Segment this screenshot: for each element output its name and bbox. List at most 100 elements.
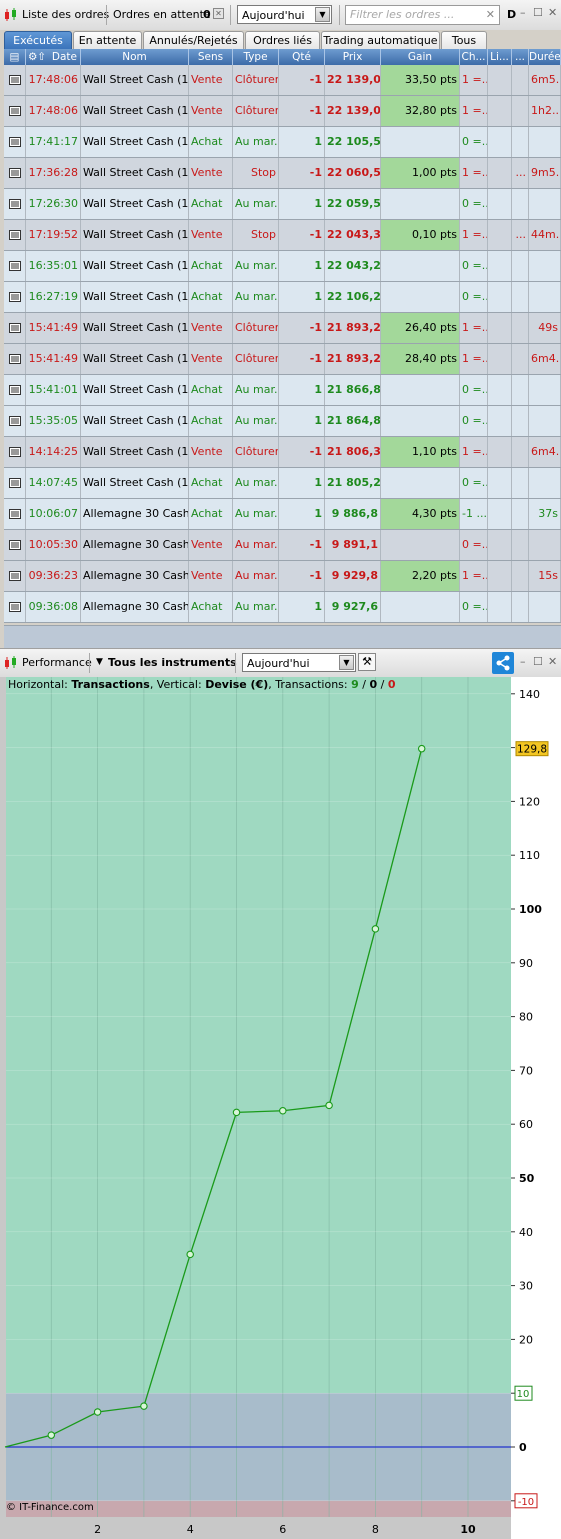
table-row[interactable]: 10:06:07Allemagne 30 Cash ...AchatAu mar… [4, 499, 561, 530]
data-point[interactable] [232, 1108, 241, 1117]
orders-tabs: Exécutés En attente Annulés/Rejetés Ordr… [0, 30, 561, 49]
col-duration[interactable]: Durée [529, 49, 561, 65]
table-row[interactable]: 17:48:06 Wall Street Cash (1€) Vente Clôtur… [4, 96, 561, 127]
table-row[interactable]: 17:41:17 Wall Street Cash (1€) Achat Au mar… [4, 127, 561, 158]
close-icon[interactable]: ✕ [548, 655, 557, 668]
detach-label[interactable]: D [507, 4, 516, 26]
table-row[interactable]: 17:19:52 Wall Street Cash (1€) Vente Stop -1… [4, 220, 561, 251]
order-details-icon[interactable] [4, 220, 26, 250]
tab-auto-trading[interactable]: Trading automatique [321, 31, 440, 49]
tab-all[interactable]: Tous [441, 31, 487, 49]
col-qty[interactable]: Qté [279, 49, 325, 65]
table-row[interactable]: 17:48:06 Wall Street Cash (1€) Vente Clôtur… [4, 65, 561, 96]
cell-li [488, 406, 512, 436]
cell-name: Wall Street Cash (1€) [81, 437, 189, 467]
order-details-icon[interactable] [4, 189, 26, 219]
column-menu-icon[interactable]: ▤ [4, 49, 26, 65]
cell-type: Clôturer [233, 96, 279, 126]
order-details-icon[interactable] [4, 344, 26, 374]
instruments-select[interactable]: Tous les instruments [108, 656, 237, 669]
data-point[interactable] [47, 1431, 56, 1439]
order-details-icon[interactable] [4, 65, 26, 95]
table-row[interactable]: 16:35:01 Wall Street Cash (1€) Achat Au mar… [4, 251, 561, 282]
data-point[interactable] [186, 1250, 194, 1259]
tab-cancelled[interactable]: Annulés/Rejetés [143, 31, 244, 49]
col-price[interactable]: Prix [325, 49, 381, 65]
maximize-icon[interactable]: ☐ [533, 6, 543, 19]
cell-type: Stop [233, 158, 279, 188]
close-icon[interactable]: ✕ [548, 6, 557, 19]
data-point[interactable] [279, 1106, 287, 1115]
table-row[interactable]: 09:36:23Allemagne 30 Cash ...VenteAu mar… [4, 561, 561, 592]
order-details-icon[interactable] [4, 158, 26, 188]
order-details-icon[interactable] [4, 127, 26, 157]
cell-ch: 1 =... [460, 65, 488, 95]
order-details-icon[interactable] [4, 530, 26, 560]
col-extra[interactable]: ... [512, 49, 529, 65]
tab-executed[interactable]: Exécutés [4, 31, 72, 49]
candlestick-icon [3, 655, 19, 674]
data-point[interactable] [417, 744, 426, 753]
data-point[interactable] [140, 1402, 148, 1410]
order-details-icon[interactable] [4, 96, 26, 126]
chevron-down-icon[interactable]: ▼ [339, 655, 354, 670]
table-row[interactable]: 15:35:05 Wall Street Cash (1€) Achat Au mar… [4, 406, 561, 437]
order-details-icon[interactable] [4, 499, 26, 529]
clear-filter-icon[interactable]: ✕ [486, 6, 495, 24]
order-details-icon[interactable] [4, 282, 26, 312]
chevron-down-icon[interactable]: ▼ [315, 7, 330, 22]
order-details-icon[interactable] [4, 437, 26, 467]
cell-ch: 0 =... [460, 592, 488, 622]
tab-linked[interactable]: Ordres liés [245, 31, 320, 49]
table-row[interactable]: 15:41:01 Wall Street Cash (1€) Achat Au mar… [4, 375, 561, 406]
table-row[interactable]: 14:07:45 Wall Street Cash (1€) Achat Au mar… [4, 468, 561, 499]
cell-li [488, 251, 512, 281]
table-row[interactable]: 15:41:49 Wall Street Cash (1€) Vente Clôtur… [4, 344, 561, 375]
order-details-icon[interactable] [4, 592, 26, 622]
col-date[interactable]: ⚙⇧ Date [26, 49, 81, 65]
order-details-icon[interactable] [4, 313, 26, 343]
order-details-icon[interactable] [4, 406, 26, 436]
col-name[interactable]: Nom [81, 49, 189, 65]
order-details-icon[interactable] [4, 468, 26, 498]
cell-side: Achat [189, 251, 233, 281]
table-row[interactable]: 10:05:30Allemagne 30 Cash ...VenteAu mar… [4, 530, 561, 561]
order-details-icon[interactable] [4, 251, 26, 281]
data-point[interactable] [371, 925, 380, 933]
col-side[interactable]: Sens [189, 49, 233, 65]
clear-pending-icon[interactable]: ✕ [213, 8, 224, 19]
performance-period-select[interactable]: Aujourd'hui ▼ [242, 653, 356, 672]
col-gain[interactable]: Gain [381, 49, 460, 65]
wrench-icon[interactable]: ⚙⇧ [26, 49, 46, 65]
cell-type: Clôturer [233, 313, 279, 343]
wrench-icon[interactable]: ⚒ [358, 653, 376, 671]
order-details-icon[interactable] [4, 375, 26, 405]
x-tick-label: 6 [279, 1523, 286, 1536]
minimize-icon[interactable]: – [520, 655, 526, 668]
share-icon[interactable] [492, 652, 514, 674]
table-row[interactable]: 14:14:25 Wall Street Cash (1€) Vente Clôtur… [4, 437, 561, 468]
chevron-down-icon[interactable]: ▼ [96, 657, 103, 667]
col-ch[interactable]: Ch... [460, 49, 488, 65]
cell-time: 10:06:07 [26, 499, 81, 529]
maximize-icon[interactable]: ☐ [533, 655, 543, 668]
minimize-icon[interactable]: – [520, 6, 526, 19]
table-row[interactable]: 09:36:08Allemagne 30 Cash ...AchatAu mar… [4, 592, 561, 623]
table-row[interactable]: 17:36:28 Wall Street Cash (1€) Vente Stop -1… [4, 158, 561, 189]
table-row[interactable]: 17:26:30 Wall Street Cash (1€) Achat Au mar… [4, 189, 561, 220]
cell-name: Wall Street Cash (1€) [81, 375, 189, 405]
table-row[interactable]: 15:41:49 Wall Street Cash (1€) Vente Clôtur… [4, 313, 561, 344]
col-type[interactable]: Type [233, 49, 279, 65]
left-margin [0, 677, 6, 1517]
threshold-up-label: 10 [517, 1389, 530, 1400]
orders-period-select[interactable]: Aujourd'hui ▼ [237, 5, 332, 24]
table-row[interactable]: 16:27:19 Wall Street Cash (1€) Achat Au mar… [4, 282, 561, 313]
cell-x [512, 344, 529, 374]
data-point[interactable] [325, 1101, 333, 1110]
tab-pending[interactable]: En attente [73, 31, 142, 49]
data-point[interactable] [93, 1408, 102, 1416]
order-details-icon[interactable] [4, 561, 26, 591]
orders-filter-input[interactable]: Filtrer les ordres ... ✕ [345, 5, 500, 25]
col-li[interactable]: Li... [488, 49, 512, 65]
pending-orders-label[interactable]: Ordres en attente [113, 4, 211, 26]
